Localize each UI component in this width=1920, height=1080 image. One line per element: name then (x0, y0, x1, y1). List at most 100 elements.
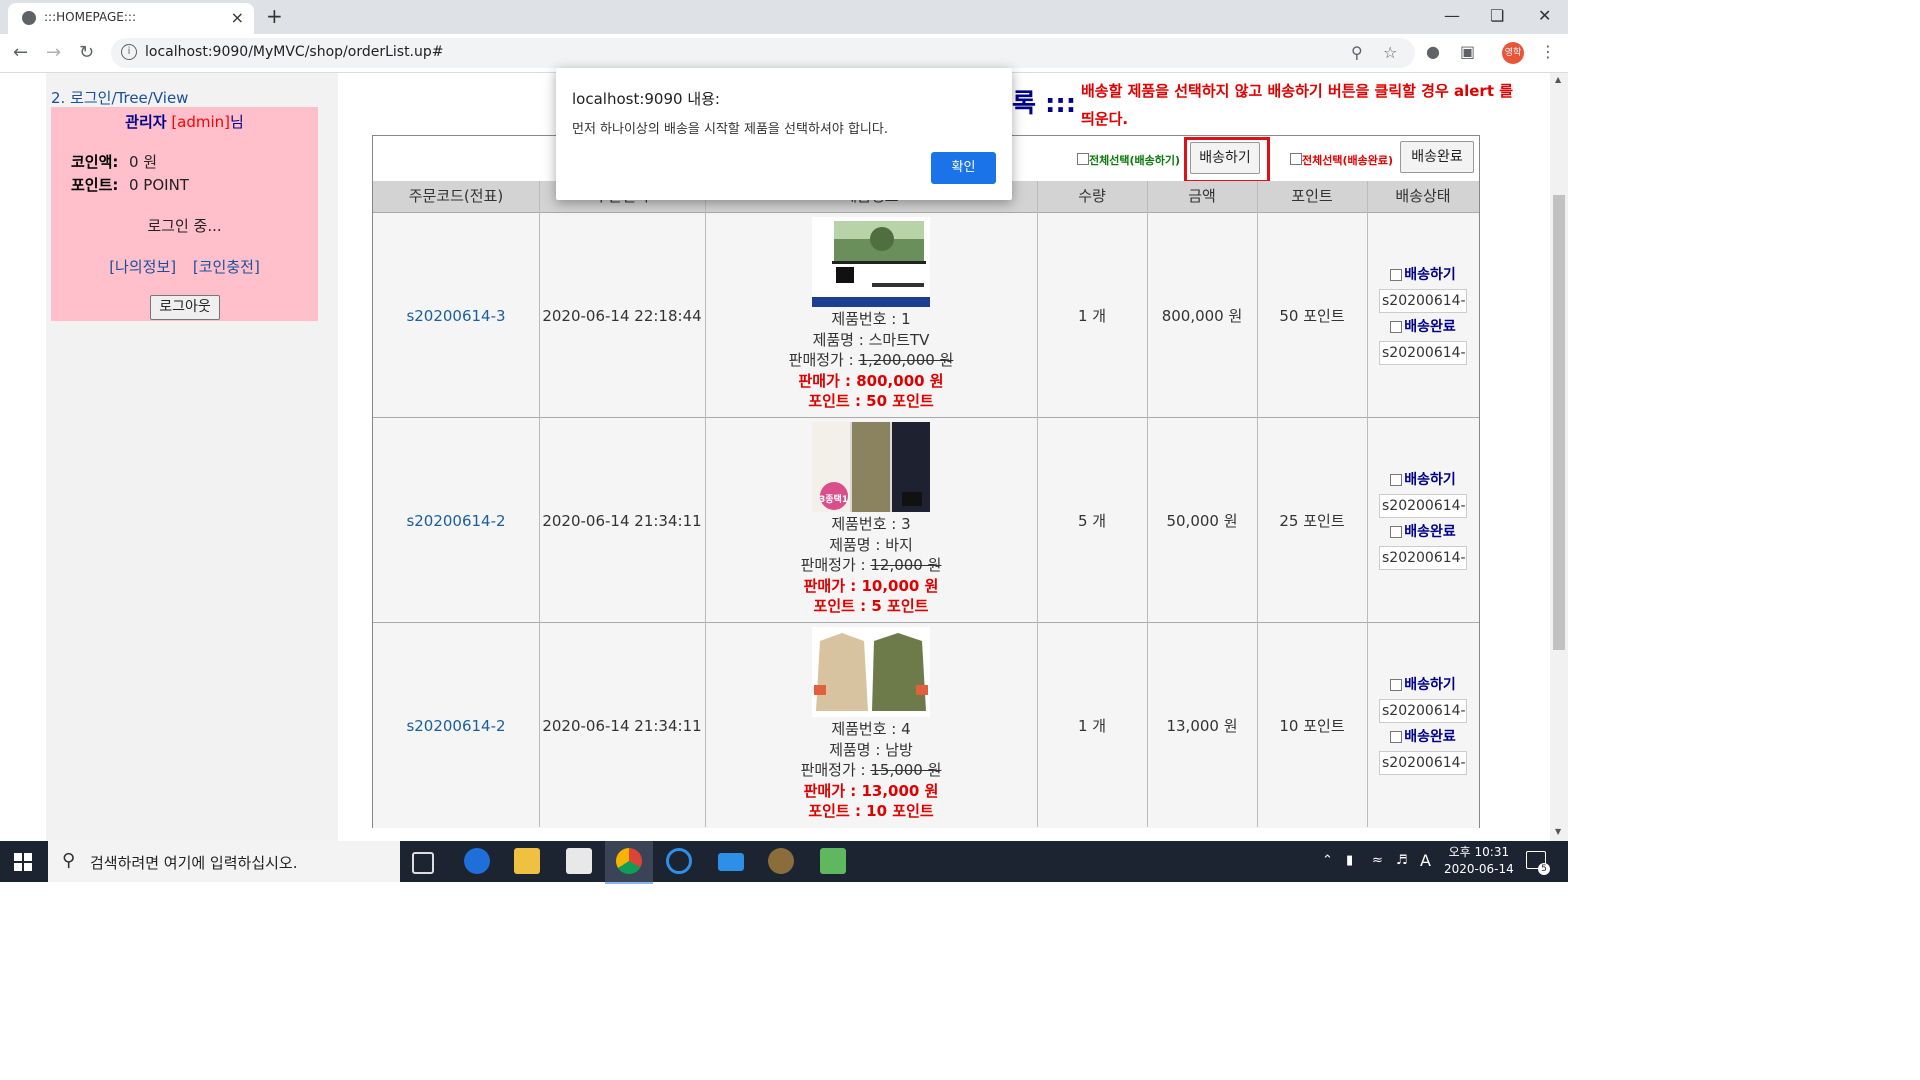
list-price-line: 판매정가 : 15,000 원 (801, 760, 942, 781)
done-code-field[interactable]: s20200614-3 (1379, 340, 1467, 365)
search-placeholder[interactable]: 검색하려면 여기에 입력하십시오. (90, 852, 298, 873)
globe-icon (22, 11, 36, 25)
points: 50 포인트 (1279, 307, 1345, 325)
internet-explorer-icon[interactable] (666, 848, 692, 874)
order-code-link[interactable]: s20200614-3 (373, 213, 539, 418)
taskbar-clock[interactable]: 오후 10:31 2020-06-14 (1444, 844, 1514, 878)
done-checkbox[interactable] (1390, 730, 1403, 743)
list-price: 15,000 원 (870, 761, 942, 779)
ship-button[interactable]: 배송하기 (1190, 142, 1260, 174)
bookmark-star-icon[interactable]: ☆ (1383, 43, 1397, 62)
ship-checkbox[interactable] (1390, 473, 1403, 486)
browser-tab[interactable]: :::HOMEPAGE::: × (8, 3, 254, 34)
coin-label: 코인액: (71, 153, 119, 171)
amount: 50,000 원 (1166, 512, 1238, 530)
tab-close-icon[interactable]: × (231, 8, 244, 27)
column-divider (705, 181, 706, 827)
extension-icon[interactable]: ● (1426, 42, 1440, 61)
ime-indicator[interactable]: A (1420, 851, 1431, 870)
menu-kebab-icon[interactable]: ⋮ (1540, 42, 1556, 61)
quantity: 5 개 (1077, 512, 1107, 530)
ship-label: 배송하기 (1404, 676, 1456, 693)
new-tab-button[interactable]: + (266, 4, 283, 28)
ship-status: 배송하기 s20200614-2 배송완료 s20200614-2 (1367, 623, 1479, 828)
ship-code-field[interactable]: s20200614-2 (1379, 493, 1467, 518)
points: 25 포인트 (1279, 512, 1345, 530)
done-label: 배송완료 (1404, 523, 1456, 540)
sale-price: 판매가 : 800,000 원 (798, 371, 944, 390)
reload-icon[interactable]: ↻ (79, 42, 94, 63)
product-points: 포인트 : 10 포인트 (808, 802, 934, 820)
tray-chevron-icon[interactable]: ⌃ (1322, 853, 1333, 868)
media-app-icon[interactable] (820, 848, 846, 874)
profile-avatar[interactable]: 영학 (1502, 42, 1524, 64)
battery-icon[interactable]: ▮ (1346, 853, 1353, 868)
done-code-field[interactable]: s20200614-2 (1379, 750, 1467, 775)
done-checkbox[interactable] (1390, 525, 1403, 538)
order-code-link[interactable]: s20200614-2 (373, 418, 539, 623)
image-caption: 3종택1 (819, 495, 849, 505)
cast-icon[interactable]: ▣ (1460, 42, 1475, 61)
zoom-icon[interactable]: ⚲ (1351, 43, 1363, 62)
ship-code-field[interactable]: s20200614-3 (1379, 288, 1467, 313)
mail-icon[interactable] (718, 853, 744, 871)
product-image-shirt (812, 627, 930, 717)
list-price-label: 판매정가 : (800, 556, 871, 574)
done-option: 배송완료 (1390, 726, 1456, 748)
coin-value: 0 원 (129, 153, 158, 171)
scroll-up-icon[interactable]: ▲ (1555, 75, 1561, 84)
scroll-down-icon[interactable]: ▼ (1555, 827, 1561, 836)
point-row: 포인트: 0 POINT (71, 174, 189, 195)
ship-checkbox[interactable] (1390, 268, 1403, 281)
store-icon[interactable] (566, 848, 592, 874)
app-gear-icon[interactable] (768, 848, 794, 874)
window-close-icon[interactable]: ✕ (1538, 6, 1551, 25)
alert-ok-button[interactable]: 확인 (931, 152, 996, 184)
done-option: 배송완료 (1390, 521, 1456, 543)
done-code-field[interactable]: s20200614-2 (1379, 545, 1467, 570)
scrollbar-thumb[interactable] (1553, 195, 1565, 650)
task-view-icon[interactable] (412, 852, 434, 874)
clock-time: 오후 10:31 (1448, 845, 1510, 859)
back-icon[interactable]: ← (13, 42, 28, 63)
clock-date: 2020-06-14 (1444, 862, 1514, 876)
logout-button[interactable]: 로그아웃 (150, 295, 220, 320)
myinfo-link[interactable]: [나의정보] (109, 258, 176, 276)
select-all-ship-checkbox[interactable] (1077, 153, 1089, 165)
points: 10 포인트 (1279, 717, 1345, 735)
address-bar[interactable]: i localhost:9090/MyMVC/shop/orderList.up… (111, 38, 1415, 68)
edge-icon[interactable] (464, 848, 490, 874)
delivery-done-button[interactable]: 배송완료 (1400, 141, 1474, 173)
url-text[interactable]: localhost:9090/MyMVC/shop/orderList.up# (145, 44, 444, 60)
minimize-icon[interactable]: — (1444, 6, 1460, 25)
chrome-icon[interactable] (616, 848, 642, 874)
restore-icon[interactable]: ❏ (1490, 6, 1504, 25)
ship-checkbox[interactable] (1390, 678, 1403, 691)
col-ship-status: 배송상태 (1395, 187, 1451, 205)
select-all-done-checkbox[interactable] (1290, 153, 1302, 165)
ship-option: 배송하기 (1390, 264, 1456, 286)
tab-title: :::HOMEPAGE::: (44, 10, 137, 24)
windows-start-icon[interactable] (14, 853, 32, 871)
tab-strip: :::HOMEPAGE::: × + — ❏ ✕ (0, 0, 1568, 34)
file-explorer-icon[interactable] (514, 848, 540, 874)
page-scrollbar[interactable]: ▲ ▼ (1550, 73, 1568, 841)
wifi-icon[interactable]: ≈ (1372, 853, 1383, 868)
product-points: 포인트 : 50 포인트 (808, 392, 934, 410)
order-code-link[interactable]: s20200614-2 (373, 623, 539, 828)
admin-role: 관리자 (125, 113, 167, 131)
volume-icon[interactable]: ♬ (1396, 853, 1408, 868)
forward-icon[interactable]: → (46, 42, 61, 63)
product-image-pants: 3종택1 (812, 422, 930, 512)
taskbar-search[interactable]: ⚲ 검색하려면 여기에 입력하십시오. (48, 841, 400, 882)
login-info-box: 관리자 [admin]님 코인액: 0 원 포인트: 0 POINT 로그인 중..… (51, 107, 318, 321)
admin-suffix: 님 (230, 113, 244, 131)
done-label: 배송완료 (1404, 728, 1456, 745)
point-value: 0 POINT (129, 176, 189, 194)
done-checkbox[interactable] (1390, 320, 1403, 333)
info-icon[interactable]: i (121, 44, 137, 60)
order-date: 2020-06-14 21:34:11 (542, 716, 702, 735)
ship-code-field[interactable]: s20200614-2 (1379, 698, 1467, 723)
coin-charge-link[interactable]: [코인충전] (193, 258, 260, 276)
col-qty: 수량 (1078, 187, 1106, 205)
